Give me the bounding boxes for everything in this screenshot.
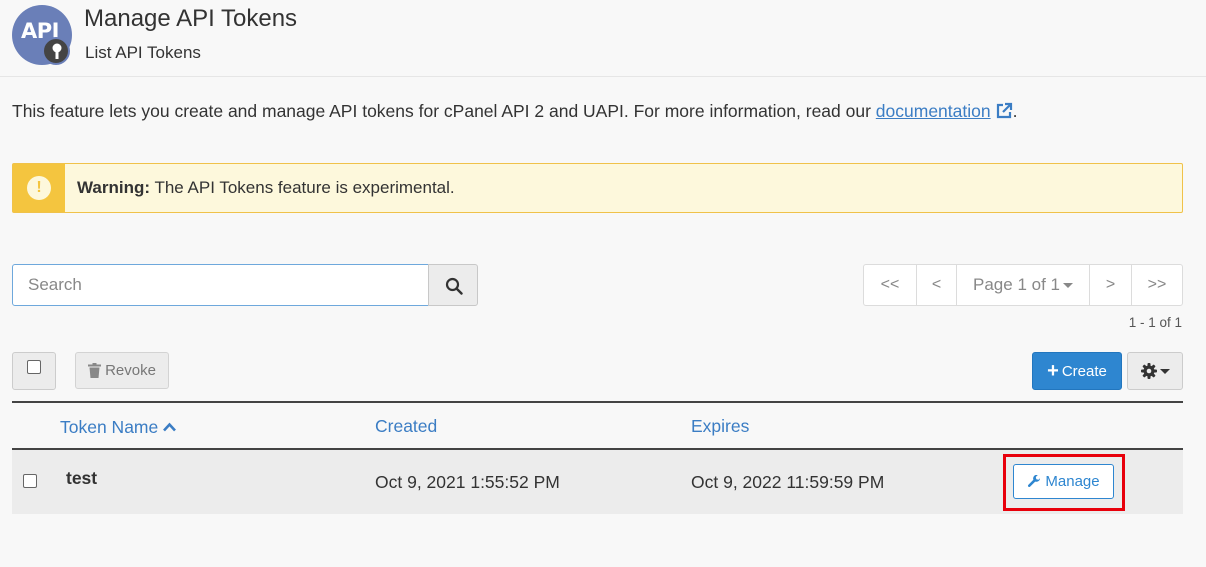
column-header-created[interactable]: Created [375,416,437,437]
result-count: 1 - 1 of 1 [1128,315,1182,330]
intro-suffix: . [1012,101,1018,121]
select-all-checkbox[interactable] [12,352,56,390]
token-name: test [66,468,98,488]
intro-body: This feature lets you create and manage … [12,101,876,121]
search-icon [445,277,463,295]
warning-banner: ! Warning: The API Tokens feature is exp… [12,163,1183,213]
column-header-expires[interactable]: Expires [691,416,749,437]
last-page-button[interactable]: >> [1131,264,1183,306]
settings-button[interactable] [1127,352,1183,390]
first-page-button[interactable]: << [863,264,917,306]
manage-label: Manage [1045,473,1100,490]
row-checkbox[interactable] [23,474,37,488]
api-tokens-logo: API [12,5,72,65]
exclamation-icon: ! [27,176,51,200]
revoke-label: Revoke [105,362,156,379]
warning-body: The API Tokens feature is experimental. [150,178,455,197]
column-label: Token Name [60,417,159,437]
page-title: Manage API Tokens [84,5,298,32]
warning-icon-panel: ! [13,164,65,212]
lock-icon [42,37,70,65]
column-header-token-name[interactable]: Token Name [60,416,177,438]
sort-ascending-icon [162,416,177,437]
gear-icon [1140,363,1157,379]
search-button[interactable] [428,264,478,306]
checkbox-box [27,360,41,374]
wrench-icon [1028,474,1041,487]
plus-icon: + [1047,360,1059,382]
token-created: Oct 9, 2021 1:55:52 PM [375,472,560,492]
table-row: test Oct 9, 2021 1:55:52 PM Oct 9, 2022 … [12,450,1183,514]
page-header: API Manage API Tokens List API Tokens [0,0,1206,77]
token-expires: Oct 9, 2022 11:59:59 PM [691,472,885,492]
next-page-button[interactable]: > [1089,264,1132,306]
manage-button[interactable]: Manage [1013,464,1114,499]
warning-message: Warning: The API Tokens feature is exper… [77,178,455,198]
external-link-icon[interactable] [995,102,1013,125]
previous-page-button[interactable]: < [916,264,957,306]
create-button[interactable]: + Create [1032,352,1122,390]
caret-down-icon [1062,282,1073,288]
page-subtitle: List API Tokens [85,43,201,62]
intro-text: This feature lets you create and manage … [12,101,1017,125]
page-label: Page 1 of 1 [973,275,1060,294]
page-select[interactable]: Page 1 of 1 [956,264,1090,306]
create-label: Create [1061,362,1107,380]
search-input[interactable] [12,264,429,306]
warning-label: Warning: [77,178,151,197]
documentation-link[interactable]: documentation [876,101,991,121]
trash-icon [88,363,102,378]
caret-down-icon [1159,368,1170,374]
revoke-button[interactable]: Revoke [75,352,169,389]
tokens-table: Token Name Created Expires test Oct 9, 2… [12,401,1183,514]
table-header: Token Name Created Expires [12,401,1183,450]
